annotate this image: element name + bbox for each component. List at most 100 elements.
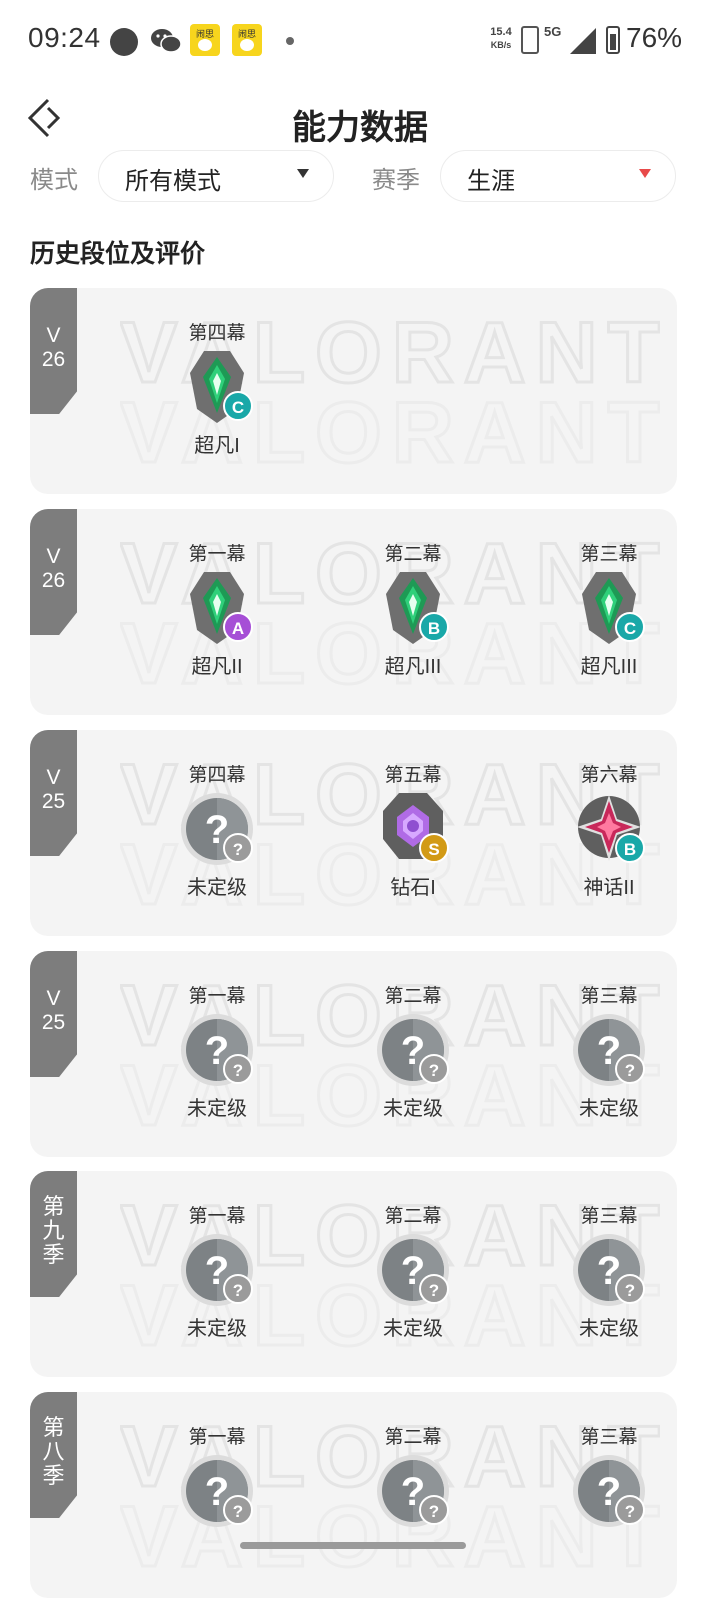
act-rank-item[interactable]: 第一幕 ? ?	[127, 1422, 307, 1533]
ascendant-rank-icon: C	[177, 351, 257, 425]
grade-badge: ?	[223, 1274, 253, 1304]
season-tag-label: V 25	[41, 766, 66, 813]
rank-name: 超凡III	[384, 656, 442, 678]
diamond-rank-icon: S	[373, 793, 453, 867]
grade-badge: B	[419, 612, 449, 642]
unranked-rank-icon: ? ?	[177, 1455, 257, 1529]
act-rank-item[interactable]: 第五幕 S 钻石I	[323, 760, 503, 900]
season-select-value: 生涯	[467, 168, 515, 195]
act-rank-item[interactable]: 第二幕 ? ?	[323, 1422, 503, 1533]
app-notification-icon: 闹思	[232, 24, 262, 56]
battery-percent: 76%	[626, 22, 683, 53]
act-name: 第一幕	[188, 1206, 246, 1227]
rank-name: 未定级	[187, 1318, 247, 1340]
act-rank-item[interactable]: 第二幕 B 超凡III	[323, 539, 503, 679]
act-rank-item[interactable]: 第一幕 ? ? 未定级	[127, 981, 307, 1121]
home-indicator[interactable]	[240, 1542, 466, 1549]
unranked-rank-icon: ? ?	[373, 1234, 453, 1308]
grade-badge: B	[615, 833, 645, 863]
rank-name: 未定级	[579, 1318, 639, 1340]
rank-name: 钻石I	[390, 877, 436, 899]
act-name: 第五幕	[384, 765, 442, 786]
grade-badge: C	[223, 391, 253, 421]
act-rank-item[interactable]: 第三幕 ? ? 未定级	[519, 981, 677, 1121]
mode-label: 模式	[30, 167, 78, 194]
act-name: 第二幕	[384, 1206, 442, 1227]
act-name: 第四幕	[188, 323, 246, 344]
unranked-rank-icon: ? ?	[177, 793, 257, 867]
act-name: 第三幕	[580, 544, 638, 565]
rank-name: 神话II	[583, 877, 635, 899]
season-card[interactable]: VALORANT VALORANT V26第一幕 A超凡II第二幕 B超凡III…	[30, 509, 677, 715]
act-rank-item[interactable]: 第三幕 ? ? 未定级	[519, 1201, 677, 1341]
rank-name: 未定级	[187, 877, 247, 899]
grade-badge: ?	[419, 1274, 449, 1304]
top-bar: 能力数据	[0, 80, 720, 160]
season-tag: 第九季	[30, 1171, 77, 1297]
rank-name: 未定级	[383, 1318, 443, 1340]
grade-badge: ?	[615, 1495, 645, 1525]
season-tag: 第八季	[30, 1392, 77, 1518]
grade-badge: ?	[615, 1054, 645, 1084]
season-card[interactable]: VALORANT VALORANT V25第四幕 ? ?未定级第五幕 S钻石I第…	[30, 730, 677, 936]
season-tag: V 25	[30, 730, 77, 856]
season-card[interactable]: VALORANT VALORANT V26第四幕 C超凡I	[30, 288, 677, 494]
filter-bar: 模式 所有模式 赛季 生涯	[0, 150, 720, 206]
dropdown-arrow-icon	[297, 169, 309, 178]
season-select[interactable]: 生涯	[440, 150, 676, 202]
act-rank-item[interactable]: 第一幕 ? ? 未定级	[127, 1201, 307, 1341]
act-name: 第二幕	[384, 986, 442, 1007]
grade-badge: S	[419, 833, 449, 863]
status-bar: 09:24 闹思 闹思 15.4 KB/s 5G 76%	[0, 0, 720, 80]
act-name: 第一幕	[188, 544, 246, 565]
act-rank-item[interactable]: 第六幕 B 神话II	[519, 760, 677, 900]
app-notification-icon: 闹思	[190, 24, 220, 56]
rank-name: 超凡III	[580, 656, 638, 678]
rank-name: 超凡II	[191, 656, 243, 678]
grade-badge: C	[615, 612, 645, 642]
act-rank-item[interactable]: 第四幕 ? ? 未定级	[127, 760, 307, 900]
grade-badge: ?	[419, 1495, 449, 1525]
unranked-rank-icon: ? ?	[177, 1234, 257, 1308]
battery-icon	[606, 26, 620, 54]
unranked-rank-icon: ? ?	[569, 1455, 649, 1529]
act-name: 第一幕	[188, 986, 246, 1007]
season-tag-label: 第八季	[42, 1415, 65, 1488]
act-name: 第三幕	[580, 1427, 638, 1448]
season-tag: V 26	[30, 288, 77, 414]
act-rank-item[interactable]: 第四幕 C 超凡I	[127, 318, 307, 458]
mode-select[interactable]: 所有模式	[98, 150, 334, 202]
notification-dot-icon	[110, 28, 138, 56]
act-rank-item[interactable]: 第三幕 C 超凡III	[519, 539, 677, 679]
act-name: 第四幕	[188, 765, 246, 786]
ascendant-rank-icon: A	[177, 572, 257, 646]
grade-badge: ?	[223, 1495, 253, 1525]
act-name: 第一幕	[188, 1427, 246, 1448]
unranked-rank-icon: ? ?	[569, 1234, 649, 1308]
more-notifications-icon	[286, 37, 294, 45]
unranked-rank-icon: ? ?	[569, 1014, 649, 1088]
unranked-rank-icon: ? ?	[373, 1455, 453, 1529]
season-tag-label: V 26	[41, 545, 66, 592]
wechat-icon	[151, 29, 182, 53]
season-card[interactable]: VALORANT VALORANT V25第一幕 ? ?未定级第二幕 ? ?未定…	[30, 951, 677, 1157]
ascendant-rank-icon: C	[569, 572, 649, 646]
unranked-rank-icon: ? ?	[177, 1014, 257, 1088]
act-name: 第二幕	[384, 544, 442, 565]
network-speed: 15.4 KB/s	[490, 26, 512, 50]
season-label: 赛季	[372, 167, 420, 194]
season-card[interactable]: VALORANT VALORANT 第九季第一幕 ? ?未定级第二幕 ? ?未定…	[30, 1171, 677, 1377]
act-rank-item[interactable]: 第一幕 A 超凡II	[127, 539, 307, 679]
season-tag-label: 第九季	[42, 1194, 65, 1267]
season-tag-label: V 25	[41, 987, 66, 1034]
ascendant-rank-icon: B	[373, 572, 453, 646]
network-type: 5G	[544, 24, 562, 39]
act-rank-item[interactable]: 第三幕 ? ?	[519, 1422, 677, 1533]
act-name: 第六幕	[580, 765, 638, 786]
act-name: 第二幕	[384, 1427, 442, 1448]
season-card[interactable]: VALORANT VALORANT 第八季第一幕 ? ?第二幕 ? ?第三幕 ?…	[30, 1392, 677, 1598]
act-rank-item[interactable]: 第二幕 ? ? 未定级	[323, 981, 503, 1121]
act-rank-item[interactable]: 第二幕 ? ? 未定级	[323, 1201, 503, 1341]
signal-icon	[570, 28, 596, 54]
grade-badge: ?	[419, 1054, 449, 1084]
